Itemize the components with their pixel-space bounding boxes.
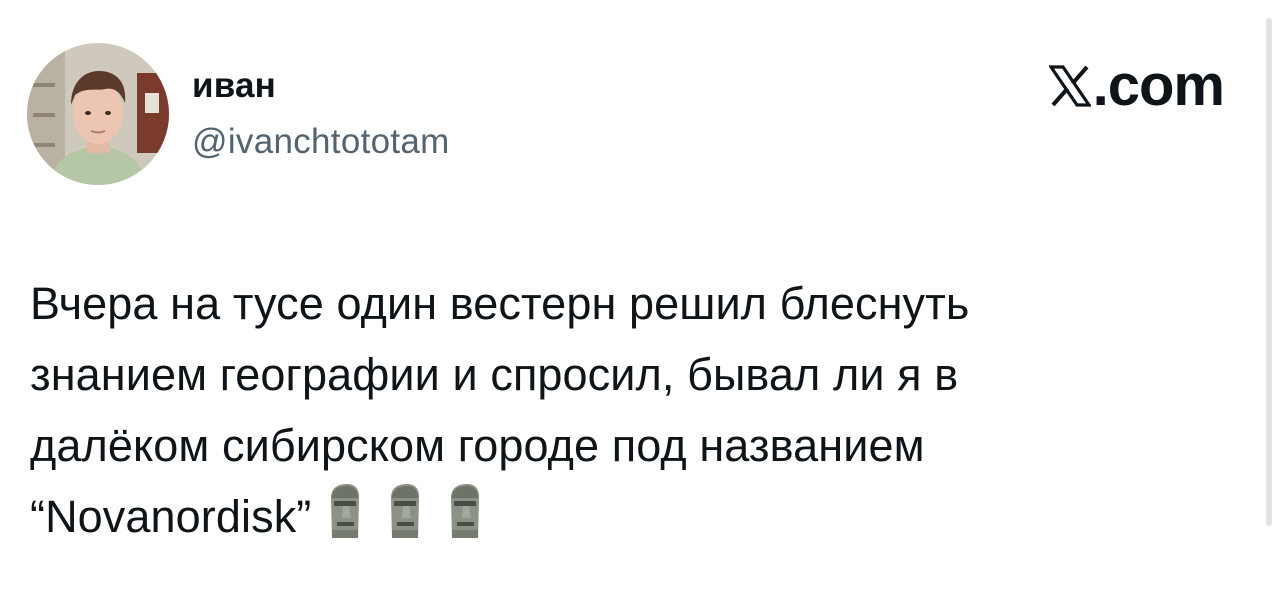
avatar[interactable]: [27, 43, 169, 185]
tweet-line-last: “Novanordisk”: [30, 481, 1230, 552]
moai-icon: [391, 484, 420, 538]
brand-watermark: .com: [1048, 53, 1225, 118]
moai-icon: [331, 484, 360, 538]
x-logo-icon: [1048, 65, 1091, 107]
emoji-group: [325, 482, 505, 540]
tweet-line-text: “Novanordisk”: [30, 491, 312, 542]
tweet-line: далёком сибирском городе под названием: [30, 420, 925, 471]
tweet-line: знанием географии и спросил, бывал ли я …: [30, 349, 959, 400]
tweet-text: Вчера на тусе один вестерн решил блеснут…: [30, 268, 1230, 552]
scrollbar[interactable]: [1266, 18, 1272, 526]
profile-photo: [27, 43, 169, 185]
moai-icon: [451, 484, 480, 538]
brand-domain: .com: [1092, 53, 1225, 118]
tweet-line: Вчера на тусе один вестерн решил блеснут…: [30, 278, 970, 329]
author-display-name[interactable]: иван: [192, 64, 276, 108]
author-handle[interactable]: @ivanchtototam: [192, 120, 450, 164]
